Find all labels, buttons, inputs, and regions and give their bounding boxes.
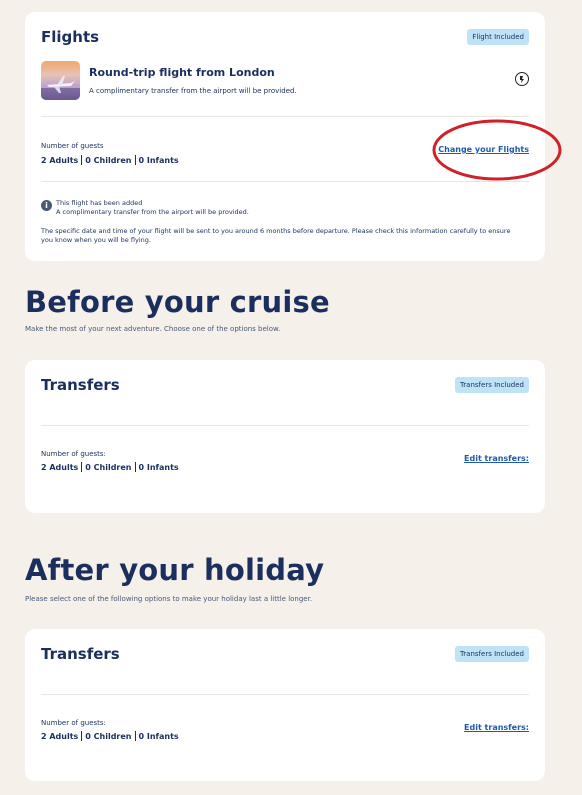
transfers-included-badge: Transfers Included: [455, 377, 529, 393]
transfers-included-badge: Transfers Included: [455, 646, 529, 662]
adults-count: 2 Adults: [41, 462, 79, 472]
children-count: 0 Children: [85, 731, 132, 741]
transfers-title: Transfers: [41, 645, 120, 663]
after-holiday-subtitle: Please select one of the following optio…: [25, 595, 313, 603]
flight-included-badge: Flight Included: [467, 29, 529, 45]
transfers-guests-summary: 2 Adults 0 Children 0 Infants: [41, 731, 179, 741]
after-holiday-heading: After your holiday: [25, 553, 325, 587]
flight-thumbnail: [41, 61, 80, 100]
edit-transfers-link[interactable]: Edit transfers:: [464, 454, 529, 463]
infants-count: 0 Infants: [138, 462, 179, 472]
transfers-guests-label: Number of guests:: [41, 719, 106, 727]
info-icon: i: [41, 200, 52, 211]
after-transfers-card: Transfers Transfers Included Number of g…: [25, 629, 545, 781]
before-cruise-subtitle: Make the most of your next adventure. Ch…: [25, 325, 281, 333]
annotation-ellipse: [432, 119, 562, 181]
infants-count: 0 Infants: [138, 731, 179, 741]
adults-count: 2 Adults: [41, 155, 79, 165]
flights-guests-summary: 2 Adults 0 Children 0 Infants: [41, 155, 179, 165]
flight-notice-line2: A complimentary transfer from the airpor…: [56, 208, 249, 216]
edit-transfers-link[interactable]: Edit transfers:: [464, 723, 529, 732]
transfers-title: Transfers: [41, 376, 120, 394]
flight-disclaimer: The specific date and time of your fligh…: [41, 227, 511, 244]
children-count: 0 Children: [85, 462, 132, 472]
separator: [134, 731, 136, 741]
before-cruise-heading: Before your cruise: [25, 285, 330, 319]
separator: [81, 731, 83, 741]
adults-count: 2 Adults: [41, 731, 79, 741]
separator: [134, 462, 136, 472]
transfers-guests-label: Number of guests:: [41, 450, 106, 458]
flight-route-title: Round-trip flight from London: [89, 66, 275, 79]
flight-notice-line1: This flight has been added: [56, 199, 143, 207]
flight-route-sub: A complimentary transfer from the airpor…: [89, 87, 297, 95]
transfers-guests-summary: 2 Adults 0 Children 0 Infants: [41, 462, 179, 472]
before-transfers-card: Transfers Transfers Included Number of g…: [25, 360, 545, 513]
separator: [81, 462, 83, 472]
children-count: 0 Children: [85, 155, 132, 165]
airline-logo-icon: [515, 72, 529, 86]
transfers-divider: [41, 694, 529, 695]
transfers-divider: [41, 425, 529, 426]
flights-title: Flights: [41, 28, 100, 46]
flights-guests-label: Number of guests: [41, 142, 104, 150]
separator: [81, 155, 83, 165]
infants-count: 0 Infants: [138, 155, 179, 165]
separator: [134, 155, 136, 165]
airplane-icon: [41, 76, 80, 100]
